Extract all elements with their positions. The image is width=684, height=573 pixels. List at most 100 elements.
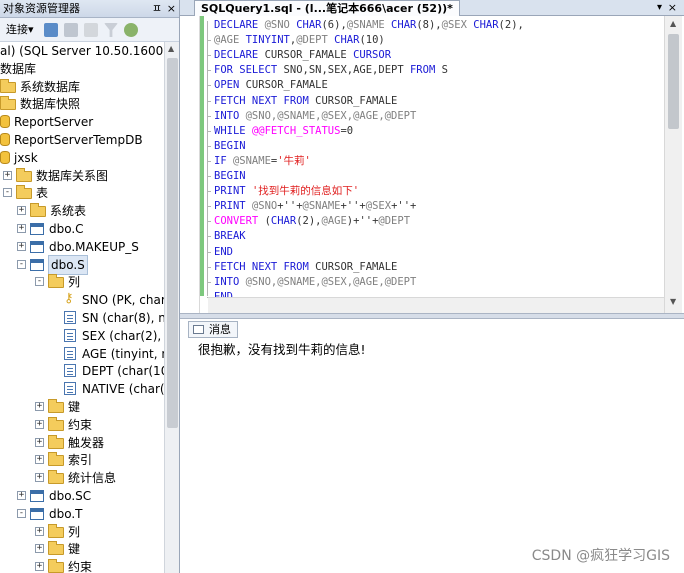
code-line[interactable]: PRINT @SNO+''+@SNAME+''+@SEX+''+ [214, 199, 416, 214]
tree-node[interactable]: + 键 [0, 540, 164, 558]
connect-server-icon[interactable] [44, 23, 58, 37]
collapse-icon[interactable]: - [3, 188, 12, 198]
disconnect-icon[interactable] [64, 23, 78, 37]
connect-button[interactable]: 连接▾ [6, 22, 34, 38]
code-line[interactable]: DECLARE CURSOR_FAMALE CURSOR [214, 48, 391, 63]
code-line[interactable]: BEGIN [214, 139, 246, 154]
code-line[interactable]: FETCH NEXT FROM CURSOR_FAMALE [214, 260, 397, 275]
code-token: +''+ [277, 200, 303, 213]
folder-icon [48, 416, 64, 431]
code-line[interactable]: FETCH NEXT FROM CURSOR_FAMALE [214, 94, 397, 109]
expand-icon[interactable]: + [35, 562, 44, 572]
code-line[interactable]: WHILE @@FETCH_STATUS=0 [214, 124, 353, 139]
code-token: =0 [340, 124, 354, 137]
tree-scrollbar[interactable]: ▲ [164, 42, 179, 573]
column-icon [64, 328, 76, 342]
refresh-icon[interactable] [124, 23, 138, 37]
tree-node[interactable]: - dbo.T [0, 505, 164, 523]
code-line[interactable]: FOR SELECT SNO,SN,SEX,AGE,DEPT FROM S [214, 63, 448, 78]
tree-node[interactable]: 数据库快照 [0, 95, 164, 113]
stop-icon[interactable] [84, 23, 98, 37]
expand-icon[interactable]: + [17, 491, 26, 500]
code-line[interactable]: PRINT '找到牛莉的信息如下' [214, 184, 359, 199]
tree-node[interactable]: SN (char(8), not [0, 309, 164, 327]
code-line[interactable]: OPEN CURSOR_FAMALE [214, 78, 328, 93]
code-token: CURSOR_FAMALE [264, 49, 354, 62]
expand-icon[interactable]: + [35, 526, 44, 536]
tree-node[interactable]: + 触发器 [0, 434, 164, 452]
tree-node[interactable]: + 统计信息 [0, 469, 164, 487]
tree-node[interactable]: ⚷ SNO (PK, char(2 [0, 291, 164, 309]
folder-icon [48, 434, 64, 449]
tree-node[interactable]: + 列 [0, 523, 164, 541]
code-line[interactable]: END [214, 245, 233, 260]
tree-node[interactable]: + 约束 [0, 558, 164, 573]
code-line[interactable]: BEGIN [214, 169, 246, 184]
expand-icon[interactable]: + [35, 455, 44, 465]
tree-node[interactable]: -表 [0, 184, 164, 202]
code-token: IF [214, 154, 233, 167]
editor-vertical-scrollbar[interactable]: ▲ ▼ [664, 16, 682, 313]
expand-icon[interactable]: + [17, 224, 26, 233]
tab-sqlquery1[interactable]: SQLQuery1.sql - (l...笔记本666\acer (52))* [194, 0, 460, 16]
scroll-down-icon[interactable]: ▼ [670, 297, 676, 306]
expand-icon[interactable]: + [35, 419, 44, 429]
code-line[interactable]: @AGE TINYINT,@DEPT CHAR(10) [214, 33, 385, 48]
tree-node[interactable]: 系统数据库 [0, 78, 164, 96]
sql-editor[interactable]: DECLARE @SNO CHAR(6),@SNAME CHAR(8),@SEX… [180, 16, 684, 313]
tree-node[interactable]: SEX (char(2), nu [0, 327, 164, 345]
expand-icon[interactable]: + [17, 241, 26, 251]
expand-icon[interactable]: + [35, 473, 44, 483]
tree-node[interactable]: AGE (tinyint, nul [0, 345, 164, 363]
code-line[interactable]: CONVERT (CHAR(2),@AGE)+''+@DEPT [214, 214, 410, 229]
chevron-down-icon[interactable]: ▾ [657, 0, 662, 16]
filter-icon[interactable] [104, 23, 118, 37]
tree-node[interactable]: + dbo.MAKEUP_S [0, 238, 164, 256]
tree-node[interactable]: DEPT (char(10), [0, 362, 164, 380]
scrollbar-thumb[interactable] [668, 34, 679, 129]
code-line[interactable]: INTO @SNO,@SNAME,@SEX,@AGE,@DEPT [214, 109, 416, 124]
expand-icon[interactable]: + [35, 437, 44, 447]
tree-node[interactable]: ReportServerTempDB [0, 131, 164, 149]
tree-node[interactable]: - dbo.S [0, 254, 164, 275]
tree-node[interactable]: + 数据库关系图 [0, 167, 164, 185]
tree-node[interactable]: al) (SQL Server 10.50.1600 - 笔记 [0, 42, 164, 60]
close-tab-icon[interactable]: × [668, 0, 677, 16]
code-token: (2), [498, 19, 524, 31]
tree-node[interactable]: + 键 [0, 398, 164, 416]
tree-node[interactable]: + 约束 [0, 416, 164, 434]
close-icon[interactable]: × [167, 0, 176, 18]
expand-icon[interactable]: + [35, 544, 44, 554]
tree-node[interactable]: + dbo.SC [0, 487, 164, 505]
tree-node[interactable]: + 索引 [0, 451, 164, 469]
scrollbar-thumb[interactable] [167, 58, 178, 428]
code-line[interactable]: BREAK [214, 229, 246, 244]
expand-icon[interactable]: + [17, 206, 26, 216]
scroll-up-icon[interactable]: ▲ [670, 19, 676, 28]
code-line[interactable]: DECLARE @SNO CHAR(6),@SNAME CHAR(8),@SEX… [214, 18, 524, 33]
collapse-icon[interactable]: - [17, 259, 26, 269]
tree-node[interactable]: -列 [0, 273, 164, 291]
code-area[interactable]: DECLARE @SNO CHAR(6),@SNAME CHAR(8),@SEX… [207, 16, 660, 303]
tree-node[interactable]: jxsk [0, 149, 164, 167]
code-token: SNO,SN,SEX,AGE,DEPT [283, 64, 410, 77]
expand-icon[interactable]: + [3, 170, 12, 180]
collapse-icon[interactable]: - [17, 508, 26, 518]
tree-node-label: dbo.C [49, 222, 84, 236]
tree-node[interactable]: NATIVE (char(1( [0, 380, 164, 398]
code-token: @SNO [264, 19, 297, 31]
scroll-up-icon[interactable]: ▲ [168, 44, 174, 53]
collapse-icon[interactable]: - [35, 277, 44, 287]
tree-node-label: jxsk [14, 150, 38, 165]
pin-icon[interactable]: ㅍ [152, 0, 162, 18]
tree-node[interactable]: + 系统表 [0, 202, 164, 220]
editor-horizontal-scrollbar[interactable] [208, 297, 664, 313]
code-line[interactable]: IF @SNAME='牛莉' [214, 154, 311, 169]
tree-node[interactable]: ReportServer [0, 113, 164, 131]
tree-node[interactable]: + dbo.C [0, 220, 164, 238]
expand-icon[interactable]: + [35, 402, 44, 411]
code-line[interactable]: INTO @SNO,@SNAME,@SEX,@AGE,@DEPT [214, 275, 416, 290]
outline-tick [207, 115, 211, 117]
tree-node[interactable]: 数据库 [0, 60, 164, 78]
tab-messages[interactable]: 消息 [188, 321, 238, 338]
